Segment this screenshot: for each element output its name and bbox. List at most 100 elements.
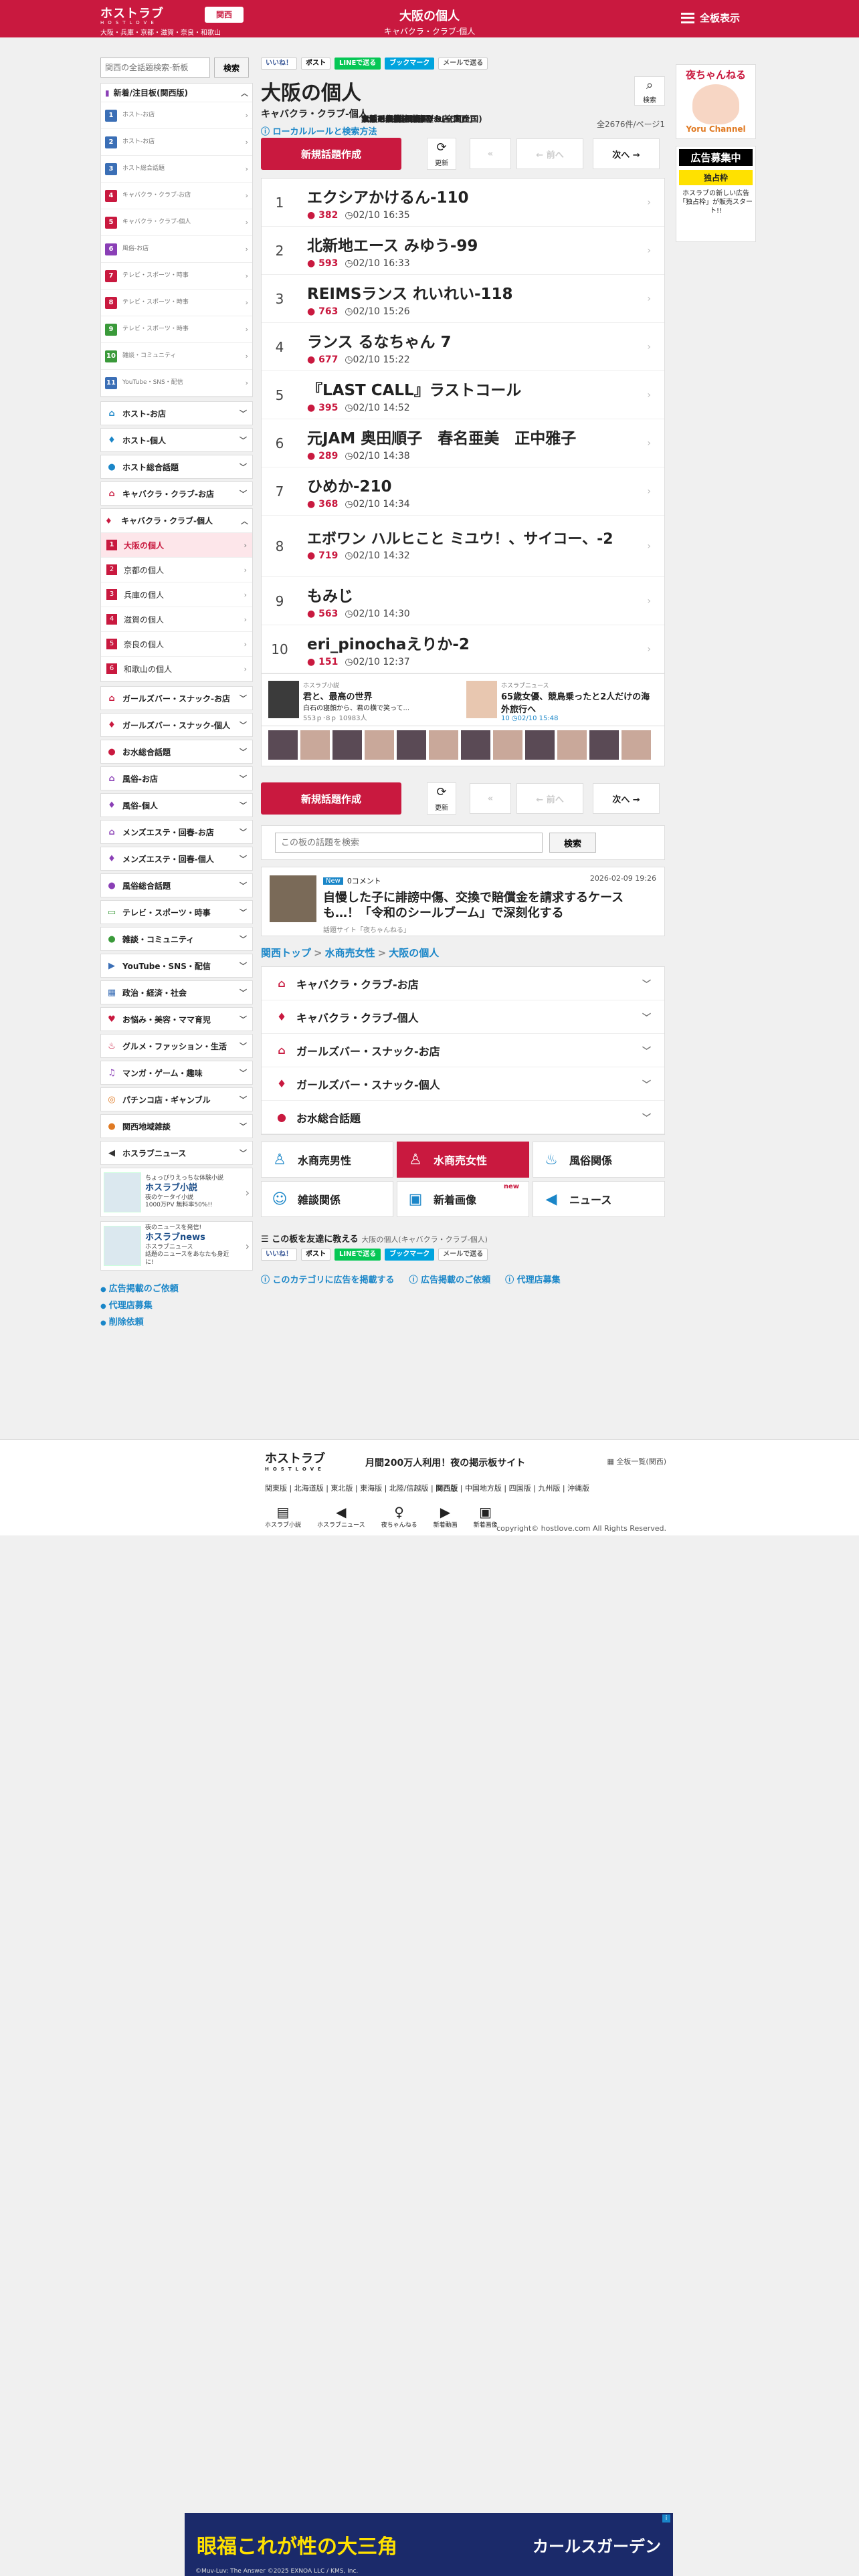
- board-link[interactable]: 5 奈良の個人 ›: [101, 632, 252, 657]
- topic-row[interactable]: 6 元JAM 奥田順子 春名亜美 正中雅子 ● 289 ◷02/10 14:38 ›: [262, 419, 664, 467]
- thumbnail-image[interactable]: [397, 730, 426, 760]
- footer-icon-link[interactable]: ◀ ホスラブニュース: [317, 1504, 365, 1529]
- yoru-channel-ad[interactable]: 夜ちゃんねる Yoru Channel: [676, 64, 756, 139]
- thumbnail-image[interactable]: [300, 730, 330, 760]
- global-search-input[interactable]: [100, 58, 210, 78]
- ad-category-link[interactable]: ⓘ このカテゴリに広告を掲載する: [261, 1273, 395, 1285]
- prev-page-button[interactable]: ← 前へ: [516, 783, 583, 814]
- region-link[interactable]: 東北版: [330, 1484, 353, 1493]
- topic-row[interactable]: 9 もみじ ● 563 ◷02/10 14:30 ›: [262, 577, 664, 625]
- ranking-item[interactable]: 1 大阪のお店 ホスト-お店 ›: [101, 102, 401, 129]
- category-menu-item[interactable]: ▦ 政治・経済・社会 ﹀: [100, 980, 253, 1004]
- novel-ad-card[interactable]: ホスラブ小説 君と、最高の世界 白石の寝顔から、君の横で笑って... 553ｐ･…: [268, 681, 460, 722]
- ranking-item[interactable]: 7 テレビ・芸能(全国) テレビ・スポーツ・時事 ›: [101, 114, 433, 290]
- thumbnail-image[interactable]: [493, 730, 522, 760]
- category-menu-item[interactable]: ♦ 風俗-個人 ﹀: [100, 793, 253, 817]
- thumbnail-image[interactable]: [332, 730, 362, 760]
- category-row[interactable]: ⌂ キャバクラ・クラブ-お店 ﹀: [262, 967, 664, 1000]
- region-link[interactable]: 北陸/信越版: [389, 1484, 429, 1493]
- ad-recruit-banner[interactable]: 広告募集中 独占枠 ホスラブの新しい広告「独占枠」が販売スタート!!: [676, 146, 756, 242]
- category-menu-item[interactable]: ● ホスト総合話題 ﹀: [100, 455, 253, 479]
- category-menu-item[interactable]: ⌂ 風俗-お店 ﹀: [100, 766, 253, 790]
- genre-tile[interactable]: ◀ ニュース: [533, 1181, 665, 1217]
- breadcrumb-item[interactable]: 水商売女性: [325, 947, 375, 959]
- thumbnail-image[interactable]: [589, 730, 619, 760]
- category-row[interactable]: ♦ ガールズバー・スナック-個人 ﹀: [262, 1067, 664, 1101]
- region-link[interactable]: 沖縄版: [567, 1484, 589, 1493]
- ranking-item[interactable]: 6 大阪のお店 風俗-お店 ›: [101, 114, 401, 263]
- ranking-item[interactable]: 5 大阪の個人 キャバクラ・クラブ-個人 ›: [101, 114, 401, 236]
- facebook-like-button[interactable]: いいね！: [261, 58, 297, 70]
- footer-icon-link[interactable]: ▤ ホスラブ小説: [265, 1504, 301, 1529]
- ad-request-link[interactable]: ⓘ 広告掲載のご依頼: [409, 1273, 491, 1285]
- new-topic-button[interactable]: 新規話題作成: [261, 138, 401, 170]
- footer-icon-link[interactable]: ▣ 新着画像: [474, 1504, 498, 1529]
- thumbnail-image[interactable]: [268, 730, 298, 760]
- ranking-head[interactable]: ▮ 新着/注目板(関西版) ︿: [101, 84, 252, 102]
- category-row[interactable]: ♦ キャバクラ・クラブ-個人 ﹀: [262, 1000, 664, 1034]
- category-menu-item[interactable]: ▶ YouTube・SNS・配信 ﹀: [100, 954, 253, 978]
- board-link[interactable]: 1 大阪の個人 ›: [101, 533, 252, 558]
- topic-row[interactable]: 4 ランス るなちゃん 7 ● 677 ◷02/10 15:22 ›: [262, 323, 664, 371]
- genre-tile[interactable]: ♨ 風俗関係: [533, 1142, 665, 1178]
- category-menu-item[interactable]: ● 風俗総合話題 ﹀: [100, 873, 253, 897]
- region-link[interactable]: 中国地方版: [465, 1484, 502, 1493]
- category-menu-item[interactable]: ● お水総合話題 ﹀: [100, 740, 253, 764]
- mail-share-button[interactable]: メールで送る: [438, 58, 488, 70]
- category-menu-item[interactable]: ♫ マンガ・ゲーム・趣味 ﹀: [100, 1061, 253, 1085]
- thumbnail-image[interactable]: [525, 730, 555, 760]
- thumbnail-image[interactable]: [365, 730, 394, 760]
- news-ad-card[interactable]: ホスラブニュース 65歳女優、競鳥乗ったと2人だけの海外旅行へ 10 ◷02/1…: [466, 681, 658, 722]
- category-menu-item[interactable]: ♥ お悩み・美容・ママ育児 ﹀: [100, 1007, 253, 1031]
- next-page-button[interactable]: 次へ →: [593, 138, 660, 169]
- expanded-category-head[interactable]: ♦ キャバクラ・クラブ-個人 ︿: [101, 509, 252, 533]
- ranking-item[interactable]: 10 なんでも雑談(全国) 雑談・コミュニティ ›: [101, 114, 432, 370]
- footer-logo[interactable]: ホストラブ HOSTLOVE: [265, 1449, 325, 1472]
- promo-banner[interactable]: ちょっぴりえっちな体験小説 ホスラブ小説 夜のケータイ小説 1000万PV 無料率50…: [100, 1168, 253, 1217]
- promo-banner[interactable]: 夜のニュースを発信! ホスラブnews ホスラブニュース 話題のニュースをあなたも身近…: [100, 1221, 253, 1271]
- ranking-item[interactable]: 9 スポーツ(全国) テレビ・スポーツ・時事 ›: [101, 114, 417, 343]
- new-topic-button[interactable]: 新規話題作成: [261, 782, 401, 815]
- category-menu-item[interactable]: ⌂ キャバクラ・クラブ-お店 ﹀: [100, 481, 253, 506]
- ranking-item[interactable]: 11 YouTuber・ユーチューブ(全国) YouTube・SNS・配信 ›: [101, 114, 482, 397]
- first-page-button[interactable]: «: [470, 138, 511, 169]
- board-link[interactable]: 2 京都の個人 ›: [101, 558, 252, 582]
- topic-row[interactable]: 8 エボワン ハルヒこと ミユウ！、サイコー、-2 ● 719 ◷02/10 14:3…: [262, 516, 664, 577]
- ranking-item[interactable]: 3 ホスト個別(関西) ホスト総合話題 ›: [101, 114, 425, 183]
- category-row[interactable]: ● お水総合話題 ﹀: [262, 1101, 664, 1134]
- thumbnail-image[interactable]: [622, 730, 651, 760]
- category-menu-item[interactable]: ◎ パチンコ店・ギャンブル ﹀: [100, 1087, 253, 1111]
- footer-icon-link[interactable]: ▶ 新着動画: [434, 1504, 458, 1529]
- board-link[interactable]: 3 兵庫の個人 ›: [101, 582, 252, 607]
- board-link[interactable]: 6 和歌山の個人 ›: [101, 657, 252, 681]
- topic-row[interactable]: 1 エクシアかけるん-110 ● 382 ◷02/10 16:35 ›: [262, 179, 664, 227]
- thumbnail-image[interactable]: [429, 730, 458, 760]
- thumbnail-image[interactable]: [461, 730, 490, 760]
- ranking-item[interactable]: 4 大阪のお店 キャバクラ・クラブ-お店 ›: [101, 114, 401, 209]
- category-menu-item[interactable]: ● 関西地域雑談 ﹀: [100, 1114, 253, 1138]
- region-link[interactable]: 四国版: [509, 1484, 531, 1493]
- topic-row[interactable]: 5 『LAST CALL』ラストコール ● 395 ◷02/10 14:52 ›: [262, 371, 664, 419]
- category-menu-item[interactable]: ⌂ メンズエステ・回春-お店 ﹀: [100, 820, 253, 844]
- news-card[interactable]: New 0コメント 自慢した子に誹謗中傷、交換で賠償金を請求するケースも…！「令…: [261, 867, 665, 936]
- ranking-item[interactable]: 8 事件・事故・時事ネタ(全国) テレビ・スポーツ・時事 ›: [101, 114, 465, 316]
- sidebar-link[interactable]: 広告掲載のご依頼: [100, 1281, 253, 1294]
- topic-row[interactable]: 7 ひめか-210 ● 368 ◷02/10 14:34 ›: [262, 467, 664, 516]
- footer-icon-link[interactable]: ♀ 夜ちゃんねる: [381, 1504, 417, 1529]
- line-share-button[interactable]: LINEで送る: [335, 1249, 381, 1261]
- thumbnail-image[interactable]: [557, 730, 587, 760]
- category-menu-item[interactable]: ♦ ガールズバー・スナック-個人 ﹀: [100, 713, 253, 737]
- prev-page-button[interactable]: ← 前へ: [516, 138, 583, 169]
- board-search-button[interactable]: ⌕ 検索: [634, 76, 665, 106]
- full-view-button[interactable]: 全板表示: [681, 11, 740, 25]
- topic-search-button[interactable]: 検索: [549, 833, 596, 853]
- category-menu-item[interactable]: ♦ メンズエステ・回春-個人 ﹀: [100, 847, 253, 871]
- region-link[interactable]: 関東版: [265, 1484, 287, 1493]
- board-link[interactable]: 4 滋賀の個人 ›: [101, 607, 252, 632]
- mail-share-button[interactable]: メールで送る: [438, 1249, 488, 1261]
- region-link[interactable]: 東海版: [360, 1484, 382, 1493]
- genre-tile[interactable]: ☺ 雑談関係: [261, 1181, 393, 1217]
- topic-row[interactable]: 10 eri_pinochaえりか-2 ● 151 ◷02/10 12:37 ›: [262, 625, 664, 673]
- sidebar-link[interactable]: 代理店募集: [100, 1298, 253, 1311]
- region-link[interactable]: 北海道版: [294, 1484, 324, 1493]
